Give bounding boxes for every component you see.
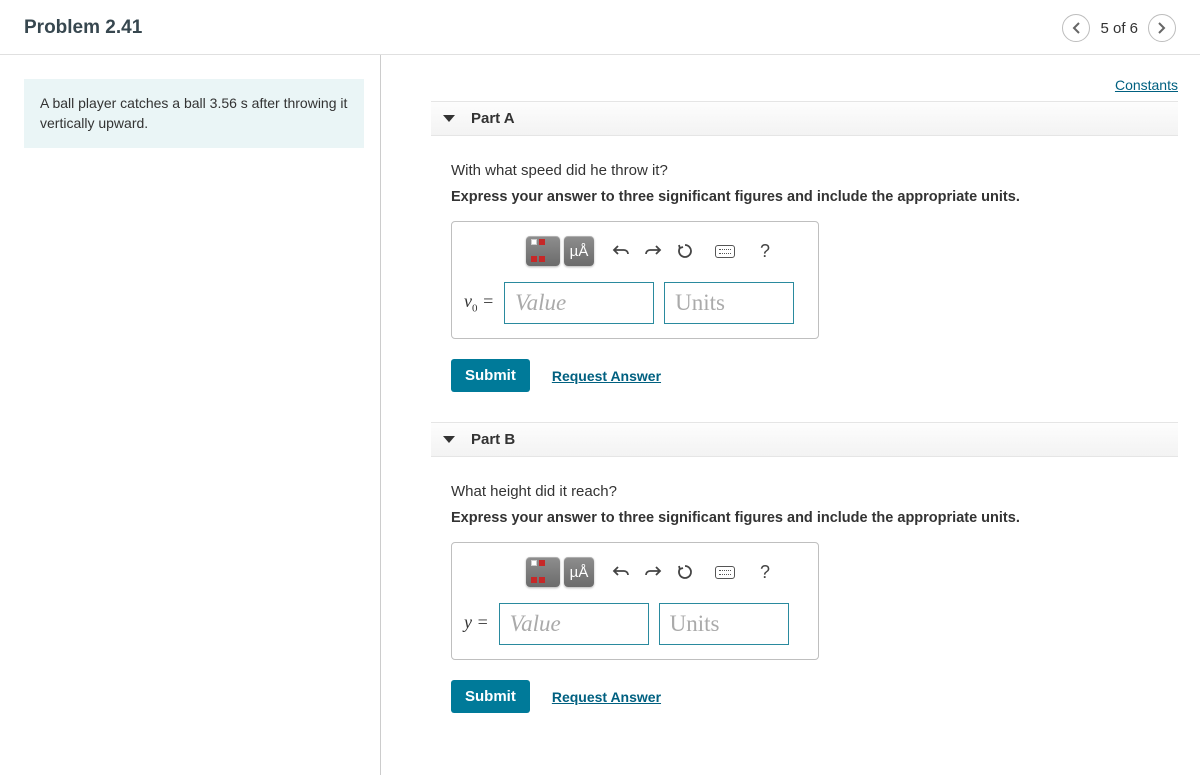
units-label: µÅ [570, 243, 589, 260]
part-a-units-input[interactable]: Units [664, 282, 794, 324]
part-a-request-answer-link[interactable]: Request Answer [552, 368, 661, 384]
part-a-variable: v0 = [464, 291, 494, 315]
part-a-submit-button[interactable]: Submit [451, 359, 530, 392]
redo-button[interactable] [638, 236, 668, 266]
units-button[interactable]: µÅ [564, 557, 594, 587]
collapse-icon [443, 436, 455, 443]
template-picker-button[interactable] [526, 557, 560, 587]
template-picker-button[interactable] [526, 236, 560, 266]
undo-icon [612, 564, 630, 580]
undo-button[interactable] [606, 557, 636, 587]
part-a-title: Part A [471, 110, 515, 127]
part-a-instruction: Express your answer to three significant… [451, 189, 1178, 205]
problem-counter: 5 of 6 [1100, 20, 1138, 37]
part-b-units-input[interactable]: Units [659, 603, 789, 645]
problem-title: Problem 2.41 [24, 17, 142, 39]
undo-icon [612, 243, 630, 259]
part-b-title: Part B [471, 431, 515, 448]
part-b-answer-box: µÅ ? [451, 542, 819, 660]
part-b-question: What height did it reach? [451, 483, 1178, 500]
part-b-input-row: y = Value Units [464, 603, 806, 645]
content-area: A ball player catches a ball 3.56 s afte… [0, 55, 1200, 775]
reset-button[interactable] [670, 557, 700, 587]
collapse-icon [443, 115, 455, 122]
keyboard-button[interactable] [710, 557, 740, 587]
help-button[interactable]: ? [750, 557, 780, 587]
part-a-value-input[interactable]: Value [504, 282, 654, 324]
reset-icon [676, 242, 694, 260]
left-column: A ball player catches a ball 3.56 s afte… [0, 55, 380, 775]
part-b-request-answer-link[interactable]: Request Answer [552, 689, 661, 705]
constants-row: Constants [381, 63, 1178, 101]
redo-icon [644, 564, 662, 580]
help-icon: ? [760, 562, 770, 583]
keyboard-button[interactable] [710, 236, 740, 266]
help-icon: ? [760, 241, 770, 262]
right-column: Constants Part A With what speed did he … [381, 55, 1200, 775]
problem-statement: A ball player catches a ball 3.56 s afte… [24, 79, 364, 148]
part-b-actions: Submit Request Answer [451, 680, 1178, 713]
part-b-submit-button[interactable]: Submit [451, 680, 530, 713]
undo-button[interactable] [606, 236, 636, 266]
palette-icon [530, 238, 556, 264]
palette-icon [530, 559, 556, 585]
redo-button[interactable] [638, 557, 668, 587]
part-b-body: What height did it reach? Express your a… [381, 457, 1178, 743]
part-b-instruction: Express your answer to three significant… [451, 510, 1178, 526]
part-a-body: With what speed did he throw it? Express… [381, 136, 1178, 422]
part-a-input-row: v0 = Value Units [464, 282, 806, 324]
part-b-toolbar: µÅ ? [464, 557, 806, 587]
next-problem-button[interactable] [1148, 14, 1176, 42]
part-a-header[interactable]: Part A [431, 101, 1178, 136]
units-label: µÅ [570, 564, 589, 581]
part-a-question: With what speed did he throw it? [451, 162, 1178, 179]
help-button[interactable]: ? [750, 236, 780, 266]
part-a-actions: Submit Request Answer [451, 359, 1178, 392]
constants-link[interactable]: Constants [1115, 77, 1178, 93]
reset-icon [676, 563, 694, 581]
redo-icon [644, 243, 662, 259]
part-a-answer-box: µÅ ? [451, 221, 819, 339]
part-b-variable: y = [464, 612, 489, 636]
keyboard-icon [715, 566, 735, 579]
part-b-value-input[interactable]: Value [499, 603, 649, 645]
part-b-header[interactable]: Part B [431, 422, 1178, 457]
prev-problem-button[interactable] [1062, 14, 1090, 42]
part-a-toolbar: µÅ ? [464, 236, 806, 266]
keyboard-icon [715, 245, 735, 258]
reset-button[interactable] [670, 236, 700, 266]
page-header: Problem 2.41 5 of 6 [0, 0, 1200, 55]
problem-nav: 5 of 6 [1062, 14, 1176, 42]
units-button[interactable]: µÅ [564, 236, 594, 266]
